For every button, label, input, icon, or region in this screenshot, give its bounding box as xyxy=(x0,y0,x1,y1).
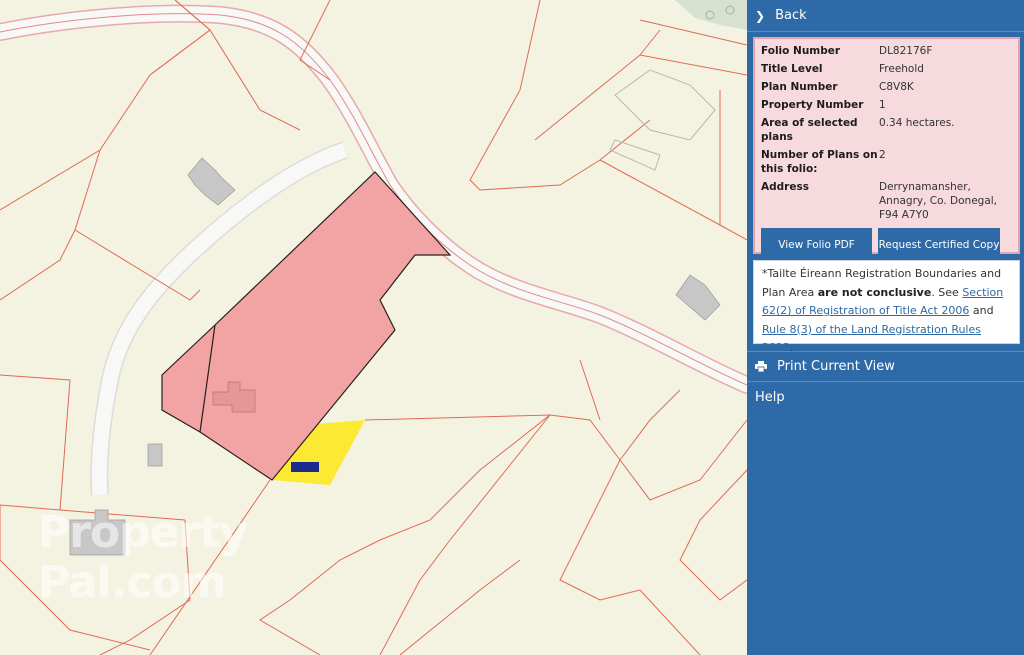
building-4 xyxy=(147,443,163,467)
chevron-right-icon: ❯ xyxy=(755,8,766,23)
property-number-value: 1 xyxy=(879,99,886,111)
map-canvas[interactable]: Property Pal.com xyxy=(0,0,747,655)
plans-count-value: 2 xyxy=(879,149,886,161)
disclaimer-see: . See xyxy=(931,285,959,299)
property-number-key: Property Number xyxy=(761,99,864,111)
title-level-key: Title Level xyxy=(761,63,823,75)
help-label: Help xyxy=(755,390,785,405)
plan-number-key: Plan Number xyxy=(761,81,838,93)
rule-8-link[interactable]: Rule 8(3) of the Land Registration Rules… xyxy=(762,323,981,355)
folio-row: Plan Number C8V8K xyxy=(761,80,1012,94)
disclaimer-bold: are not conclusive xyxy=(817,285,932,299)
plan-number-value: C8V8K xyxy=(879,81,914,93)
folio-row: Folio Number DL82176F xyxy=(761,44,1012,58)
back-label: Back xyxy=(775,8,807,23)
folio-row: Number of Plans on this folio: 2 xyxy=(761,148,1012,176)
folio-number-value: DL82176F xyxy=(879,45,933,57)
folio-number-key: Folio Number xyxy=(761,45,841,57)
folio-row: Area of selected plans 0.34 hectares. xyxy=(761,116,1012,144)
folio-side-panel: ❯ Back Folio Number DL82176F Title Level… xyxy=(747,0,1024,655)
address-value: Derrynamansher, Annagry, Co. Donegal, F9… xyxy=(879,181,998,221)
request-certified-copy-button[interactable]: Request Certified Copy xyxy=(878,228,1000,261)
folio-row: Address Derrynamansher, Annagry, Co. Don… xyxy=(761,180,1012,222)
folio-row: Property Number 1 xyxy=(761,98,1012,112)
area-value: 0.34 hectares. xyxy=(879,117,955,129)
plans-count-key: Number of Plans on this folio: xyxy=(761,149,878,175)
boundary-disclaimer: *Tailte Éireann Registration Boundaries … xyxy=(753,260,1020,354)
title-level-value: Freehold xyxy=(879,63,924,75)
address-key: Address xyxy=(761,181,809,193)
navy-marker xyxy=(291,462,319,472)
print-label: Print Current View xyxy=(777,359,895,374)
help-button[interactable]: Help xyxy=(747,382,1024,413)
back-button[interactable]: ❯ Back xyxy=(747,0,1024,32)
map-svg xyxy=(0,0,747,655)
folio-details: Folio Number DL82176F Title Level Freeho… xyxy=(753,37,1020,261)
view-folio-pdf-button[interactable]: View Folio PDF xyxy=(761,228,872,261)
folio-actions: View Folio PDF Request Certified Copy xyxy=(761,228,1012,261)
print-current-view-button[interactable]: Print Current View xyxy=(747,351,1024,382)
printer-icon xyxy=(755,361,767,372)
folio-row: Title Level Freehold xyxy=(761,62,1012,76)
area-key: Area of selected plans xyxy=(761,117,858,143)
disclaimer-and: and xyxy=(972,304,994,317)
